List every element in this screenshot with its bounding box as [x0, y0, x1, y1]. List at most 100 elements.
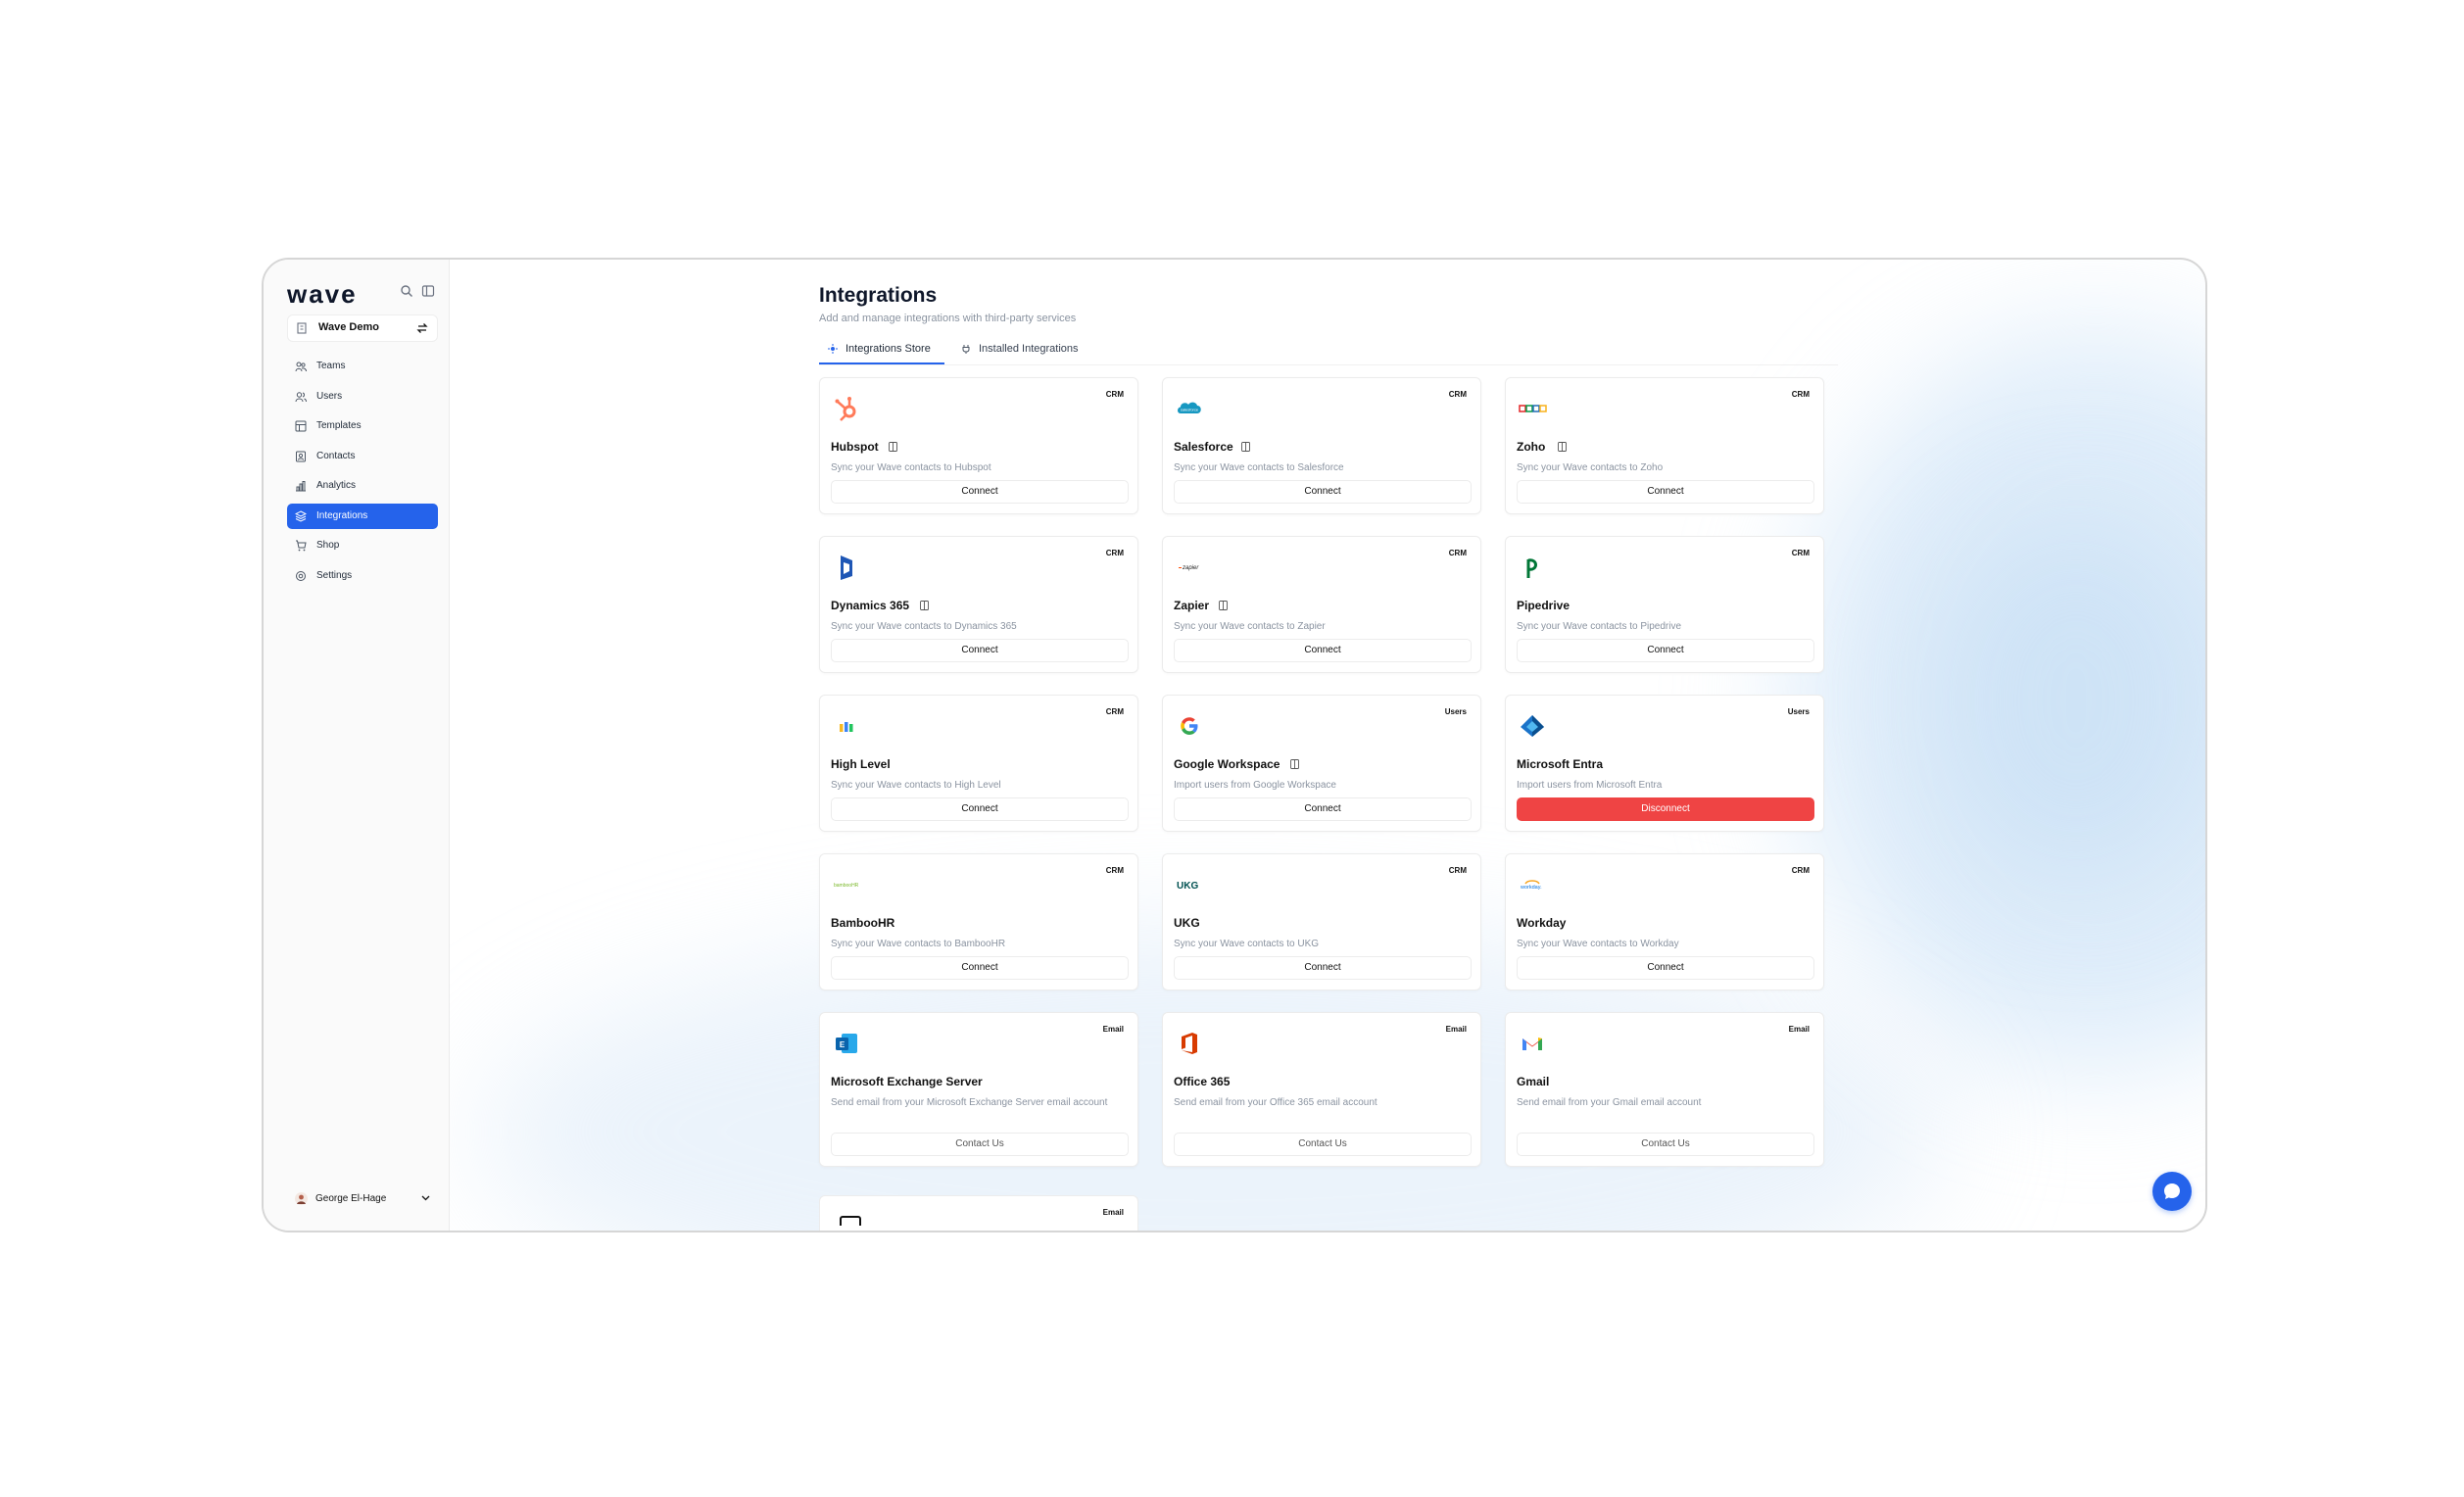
- search-icon[interactable]: [400, 284, 413, 298]
- docs-icon[interactable]: [1219, 601, 1228, 610]
- sidebar-item-teams[interactable]: Teams: [287, 354, 438, 379]
- integration-card-bamboohr: bambooHR CRM BambooHR Sync your Wave con…: [819, 853, 1138, 990]
- building-icon: [297, 322, 307, 334]
- contact-us-button[interactable]: Contact Us: [831, 1133, 1129, 1156]
- sidebar-item-label: Contacts: [316, 450, 356, 461]
- integration-name: Office 365: [1174, 1075, 1231, 1088]
- category-badge: Email: [1445, 1025, 1467, 1034]
- sidebar-toggle-icon[interactable]: [421, 284, 435, 298]
- connect-button[interactable]: Connect: [831, 956, 1129, 980]
- docs-icon[interactable]: [1241, 442, 1250, 452]
- category-badge: Users: [1787, 707, 1810, 716]
- integration-name: Microsoft Entra: [1517, 757, 1604, 771]
- shop-icon: [296, 540, 307, 552]
- connect-button[interactable]: Connect: [1517, 480, 1814, 504]
- sidebar-item-shop[interactable]: Shop: [287, 533, 438, 558]
- integration-card-microsoft-exchange-server: E Email Microsoft Exchange Server Send e…: [819, 1012, 1138, 1167]
- category-badge: Email: [1102, 1208, 1124, 1217]
- templates-icon: [295, 420, 307, 432]
- office365-logo: [1182, 1033, 1197, 1054]
- integration-name: Dynamics 365: [831, 599, 910, 612]
- zoho-logo: [1519, 405, 1547, 412]
- sidebar-item-label: Shop: [316, 540, 340, 551]
- connect-button[interactable]: Connect: [831, 480, 1129, 504]
- contact-us-button[interactable]: Contact Us: [1517, 1133, 1814, 1156]
- tab-label: Installed Integrations: [979, 343, 1079, 355]
- sidebar-item-settings[interactable]: Settings: [287, 563, 438, 589]
- integration-card-partial: Email: [819, 1195, 1138, 1231]
- bamboohr-logo: bambooHR: [834, 883, 859, 889]
- connect-button[interactable]: Connect: [831, 797, 1129, 821]
- svg-text:workday.: workday.: [1520, 885, 1542, 891]
- integration-card-google-workspace: Users Google Workspace Import users from…: [1162, 695, 1481, 832]
- integration-card-dynamics-365: CRM Dynamics 365 Sync your Wave contacts…: [819, 536, 1138, 673]
- connect-button[interactable]: Connect: [1517, 956, 1814, 980]
- workspace-switcher[interactable]: Wave Demo: [287, 314, 438, 342]
- connect-button[interactable]: Connect: [1174, 797, 1472, 821]
- integration-description: Sync your Wave contacts to Salesforce: [1174, 462, 1344, 473]
- connect-button[interactable]: Connect: [1174, 480, 1472, 504]
- integration-card-zoho: CRM Zoho Sync your Wave contacts to Zoho…: [1505, 377, 1824, 514]
- tab-integrations-store[interactable]: Integrations Store: [819, 333, 944, 364]
- workspace-name: Wave Demo: [318, 321, 379, 333]
- integration-description: Send email from your Microsoft Exchange …: [831, 1097, 1108, 1108]
- settings-icon: [296, 570, 306, 581]
- category-badge: CRM: [1105, 390, 1124, 399]
- sidebar-item-label: Settings: [316, 569, 353, 581]
- svg-text:UKG: UKG: [1177, 881, 1198, 892]
- sidebar-item-label: Templates: [316, 420, 362, 431]
- svg-text:salesforce: salesforce: [1181, 408, 1199, 412]
- sidebar-item-analytics[interactable]: Analytics: [287, 473, 438, 499]
- tab-label: Integrations Store: [845, 343, 931, 355]
- user-menu[interactable]: George El-Hage: [287, 1187, 438, 1211]
- integration-card-ukg: UKG CRM UKG Sync your Wave contacts to U…: [1162, 853, 1481, 990]
- integration-description: Sync your Wave contacts to Hubspot: [831, 462, 991, 473]
- connect-button[interactable]: Connect: [1174, 639, 1472, 662]
- integration-card-salesforce: salesforce CRM Salesforce Sync your Wave…: [1162, 377, 1481, 514]
- integration-card-high-level: CRM High Level Sync your Wave contacts t…: [819, 695, 1138, 832]
- contact-us-button[interactable]: Contact Us: [1174, 1133, 1472, 1156]
- switch-icon[interactable]: [415, 321, 429, 335]
- exchange-logo: E: [836, 1034, 857, 1053]
- sidebar-item-contacts[interactable]: Contacts: [287, 444, 438, 469]
- background-glow: [1792, 328, 2205, 1073]
- integration-name: Pipedrive: [1517, 599, 1570, 612]
- app-window: wave Wave Demo Teams Users Templates Con…: [262, 258, 2207, 1232]
- category-badge: CRM: [1448, 390, 1467, 399]
- sidebar-item-users[interactable]: Users: [287, 384, 438, 410]
- category-badge: CRM: [1791, 390, 1810, 399]
- integration-description: Sync your Wave contacts to UKG: [1174, 939, 1320, 949]
- wave-logo[interactable]: wave: [287, 279, 358, 310]
- disconnect-button[interactable]: Disconnect: [1517, 797, 1814, 821]
- chevron-down-icon: [421, 1195, 430, 1201]
- connect-button[interactable]: Connect: [831, 639, 1129, 662]
- hubspot-logo: [835, 397, 856, 421]
- category-badge: Email: [1788, 1025, 1810, 1034]
- docs-icon[interactable]: [1558, 442, 1567, 452]
- page-subtitle: Add and manage integrations with third-p…: [819, 313, 1077, 324]
- connect-button[interactable]: Connect: [1174, 956, 1472, 980]
- docs-icon[interactable]: [889, 442, 897, 452]
- integration-description: Send email from your Gmail email account: [1517, 1097, 1702, 1108]
- docs-icon[interactable]: [920, 601, 929, 610]
- sidebar-item-integrations[interactable]: Integrations: [287, 503, 438, 529]
- gmail-logo: [1522, 1038, 1542, 1050]
- dynamics-logo: [841, 555, 852, 580]
- category-badge: Users: [1444, 707, 1467, 716]
- tab-installed-integrations[interactable]: Installed Integrations: [952, 333, 1089, 364]
- docs-icon[interactable]: [1290, 759, 1299, 769]
- ukg-logo: UKG: [1177, 881, 1198, 892]
- connect-button[interactable]: Connect: [1517, 639, 1814, 662]
- teams-icon: [295, 362, 307, 372]
- sidebar-item-templates[interactable]: Templates: [287, 413, 438, 439]
- category-badge: CRM: [1105, 549, 1124, 557]
- integration-description: Send email from your Office 365 email ac…: [1174, 1097, 1377, 1108]
- chat-button[interactable]: [2152, 1172, 2192, 1211]
- svg-text:E: E: [840, 1040, 845, 1049]
- integration-card-workday: workday. CRM Workday Sync your Wave cont…: [1505, 853, 1824, 990]
- highlevel-logo: [840, 722, 853, 732]
- user-name: George El-Hage: [315, 1193, 387, 1204]
- integration-name: Salesforce: [1174, 440, 1233, 454]
- sidebar-item-label: Teams: [316, 361, 346, 371]
- integration-name: Microsoft Exchange Server: [831, 1075, 983, 1088]
